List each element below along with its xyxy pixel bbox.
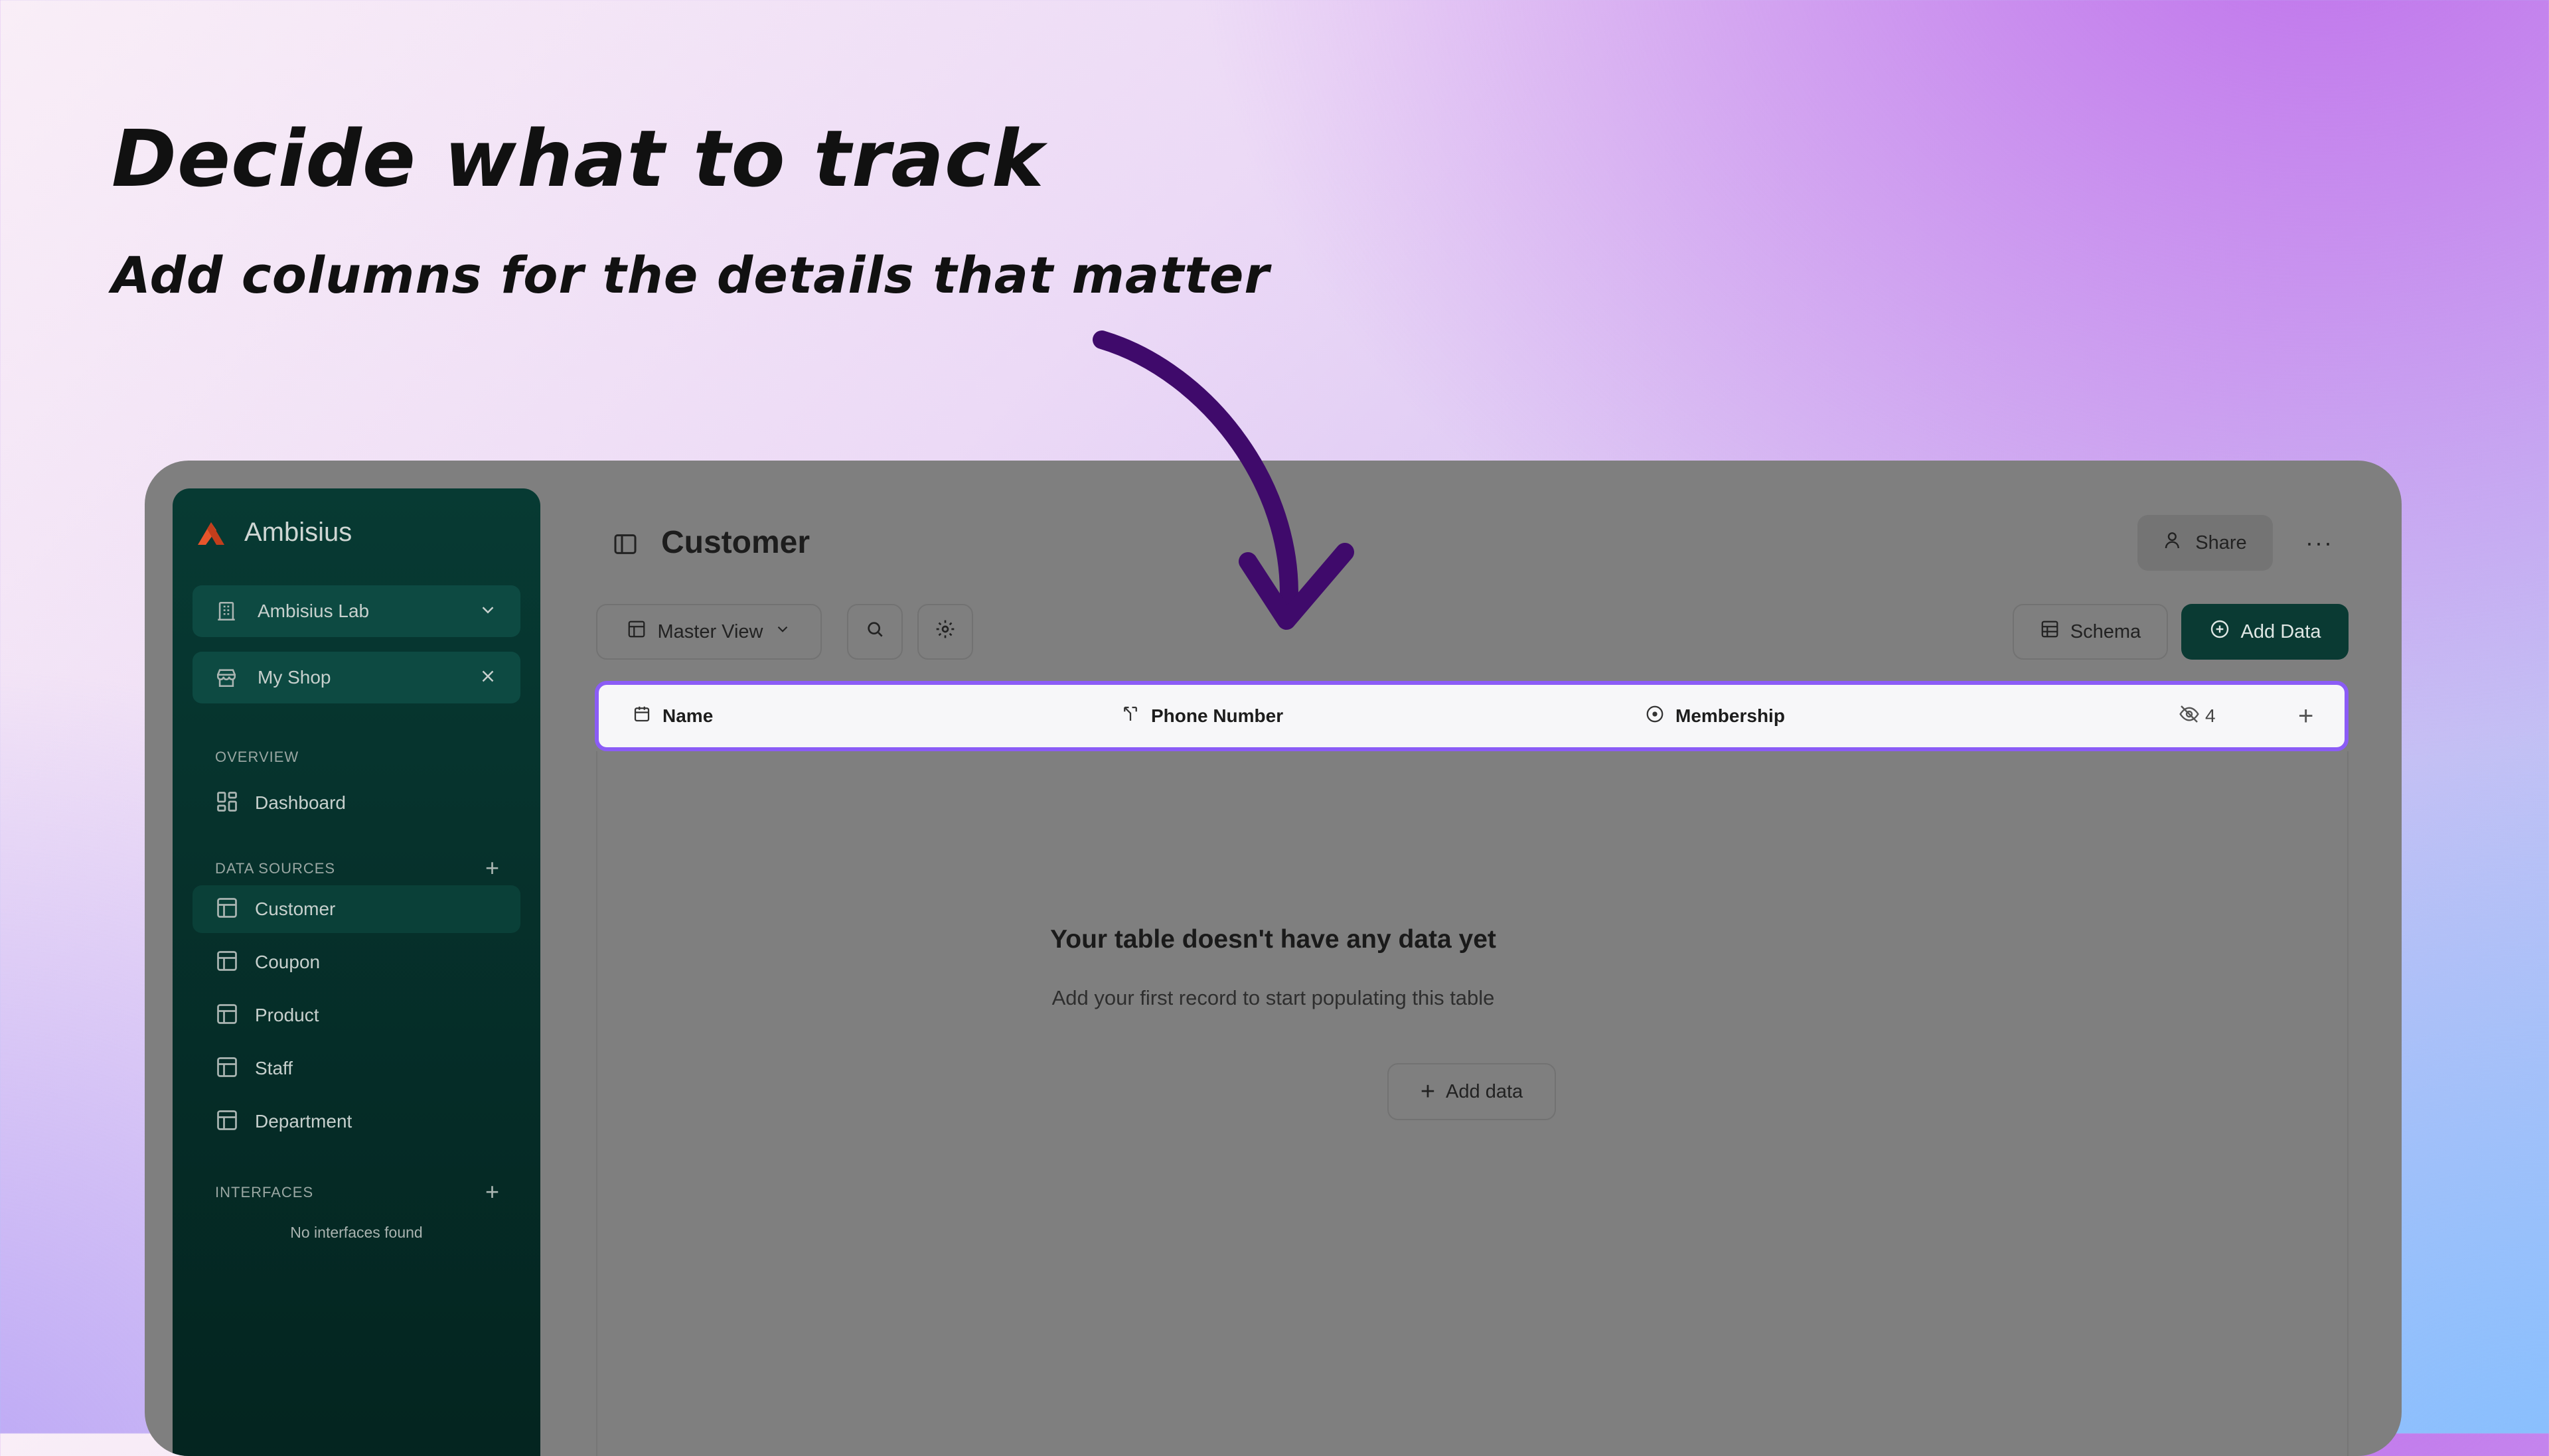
add-interface-plus-icon[interactable]: + [485, 1180, 499, 1204]
building-icon [215, 600, 242, 622]
hidden-columns-toggle[interactable]: 4 [2179, 685, 2216, 747]
add-data-label: Add Data [2240, 620, 2321, 642]
share-label: Share [2195, 532, 2247, 553]
overview-section-label: OVERVIEW [215, 749, 299, 765]
eye-off-icon [2179, 703, 2200, 729]
circle-dot-icon [1645, 704, 1665, 729]
empty-add-data-button[interactable]: + Add data [1387, 1063, 1556, 1120]
sidebar-item-label: Coupon [255, 952, 321, 972]
ellipsis-icon: ··· [2305, 529, 2333, 556]
table-icon [2040, 619, 2060, 644]
plus-icon: + [2298, 701, 2314, 731]
table-header-row: Name Phone Number Membership 4 + [595, 681, 2349, 751]
empty-state-title: Your table doesn't have any data yet [1050, 925, 1496, 954]
schema-button[interactable]: Schema [2013, 604, 2168, 660]
more-options-button[interactable]: ··· [2291, 515, 2347, 571]
add-data-button[interactable]: Add Data [2181, 604, 2349, 660]
page-title: Customer [661, 525, 811, 560]
column-label: Name [662, 705, 714, 726]
sidebar-item-label: Dashboard [255, 792, 346, 813]
no-interfaces-text: No interfaces found [290, 1224, 423, 1241]
sidebar-item-label: Department [255, 1111, 352, 1131]
search-button[interactable] [847, 604, 903, 660]
brand-logo[interactable]: Ambisius [196, 518, 352, 547]
app-window: Ambisius Ambisius Lab My Shop OVERVIEW D… [145, 461, 2402, 1456]
chevron-down-icon [478, 600, 498, 623]
sidebar-item-staff[interactable]: Staff [193, 1045, 520, 1092]
column-label: Membership [1675, 705, 1785, 726]
table-icon [215, 1055, 239, 1082]
sidebar: Ambisius Ambisius Lab My Shop OVERVIEW D… [173, 488, 540, 1456]
empty-state-subtitle: Add your first record to start populatin… [1051, 986, 1495, 1009]
add-data-source-plus-icon[interactable]: + [485, 856, 499, 880]
column-header-name[interactable]: Name [632, 685, 713, 747]
column-header-phone-number[interactable]: Phone Number [1120, 685, 1283, 747]
interfaces-section-label: INTERFACES [215, 1184, 314, 1201]
column-label: Phone Number [1151, 705, 1284, 726]
brand-name: Ambisius [244, 518, 352, 547]
table-icon [215, 896, 239, 923]
view-selector[interactable]: Master View [596, 604, 822, 660]
plus-circle-icon [2209, 619, 2230, 645]
shop-selector[interactable]: My Shop [193, 652, 520, 703]
sidebar-item-label: Customer [255, 899, 336, 919]
empty-add-data-label: Add data [1446, 1080, 1523, 1102]
schema-label: Schema [2070, 620, 2141, 642]
data-sources-section-label: DATA SOURCES [215, 860, 336, 877]
store-icon [215, 666, 242, 689]
fork-icon [1120, 704, 1140, 729]
sidebar-item-department[interactable]: Department [193, 1098, 520, 1145]
calendar-icon [632, 704, 652, 729]
shop-name: My Shop [258, 667, 331, 688]
promo-headline: Decide what to track [112, 113, 1045, 204]
chevron-down-icon [774, 620, 791, 643]
promo-subheadline: Add columns for the details that matter [112, 246, 1270, 305]
ambisius-logo-icon [198, 522, 224, 545]
add-column-button[interactable]: + [2298, 685, 2313, 747]
workspace-name: Ambisius Lab [258, 601, 370, 621]
table-icon [215, 1108, 239, 1135]
close-icon[interactable] [478, 666, 498, 690]
hidden-columns-count: 4 [2205, 705, 2216, 726]
gear-icon [935, 619, 956, 645]
sidebar-toggle-icon[interactable] [612, 531, 639, 561]
sidebar-item-dashboard[interactable]: Dashboard [193, 779, 520, 827]
settings-button[interactable] [917, 604, 973, 660]
sidebar-item-label: Staff [255, 1058, 293, 1078]
search-icon [864, 619, 886, 645]
user-icon [2163, 530, 2185, 556]
column-header-membership[interactable]: Membership [1645, 685, 1785, 747]
share-button[interactable]: Share [2137, 515, 2273, 571]
plus-icon: + [1420, 1077, 1436, 1106]
grid-icon [215, 790, 239, 817]
table-icon [627, 619, 647, 644]
view-label: Master View [657, 620, 763, 642]
workspace-selector[interactable]: Ambisius Lab [193, 585, 520, 637]
